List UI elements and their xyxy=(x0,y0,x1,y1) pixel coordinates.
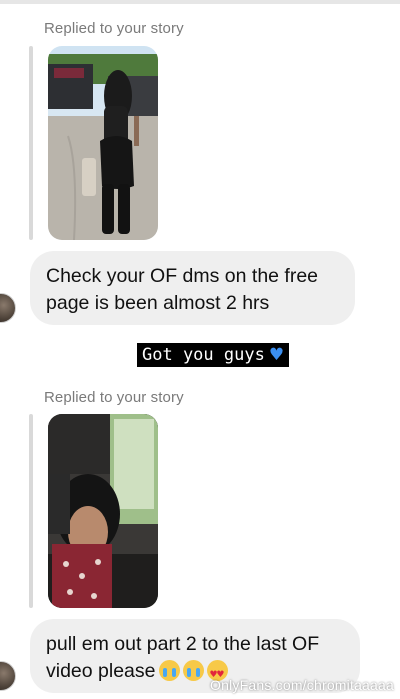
story-image xyxy=(48,46,158,240)
message-text: Check your OF dms on the free page is be… xyxy=(46,265,319,314)
caption-text: Got you guys xyxy=(142,345,265,365)
sender-avatar[interactable] xyxy=(0,293,16,323)
message-bubble: Check your OF dms on the free page is be… xyxy=(30,251,355,325)
story-thumbnail[interactable] xyxy=(48,46,158,240)
story-thumbnail[interactable] xyxy=(48,414,158,608)
crying-face-icon xyxy=(182,660,204,681)
reply-indicator-bar xyxy=(29,46,33,240)
watermark-text: OnlyFans.com/chromitaaaaa xyxy=(210,677,394,693)
replied-to-story-label: Replied to your story xyxy=(44,389,184,406)
reply-indicator-bar xyxy=(29,414,33,608)
dm-thread-screenshot: Replied to your story Check your OF dms … xyxy=(0,0,400,699)
story-image xyxy=(48,414,158,608)
sender-avatar[interactable] xyxy=(0,661,16,691)
top-divider xyxy=(0,0,400,4)
blue-heart-icon: ♥ xyxy=(268,345,285,365)
message-text: pull em out part 2 to the last OF video … xyxy=(46,633,320,682)
overlay-caption: Got you guys ♥ xyxy=(137,343,290,367)
crying-face-icon xyxy=(158,660,180,681)
replied-to-story-label: Replied to your story xyxy=(44,20,184,37)
